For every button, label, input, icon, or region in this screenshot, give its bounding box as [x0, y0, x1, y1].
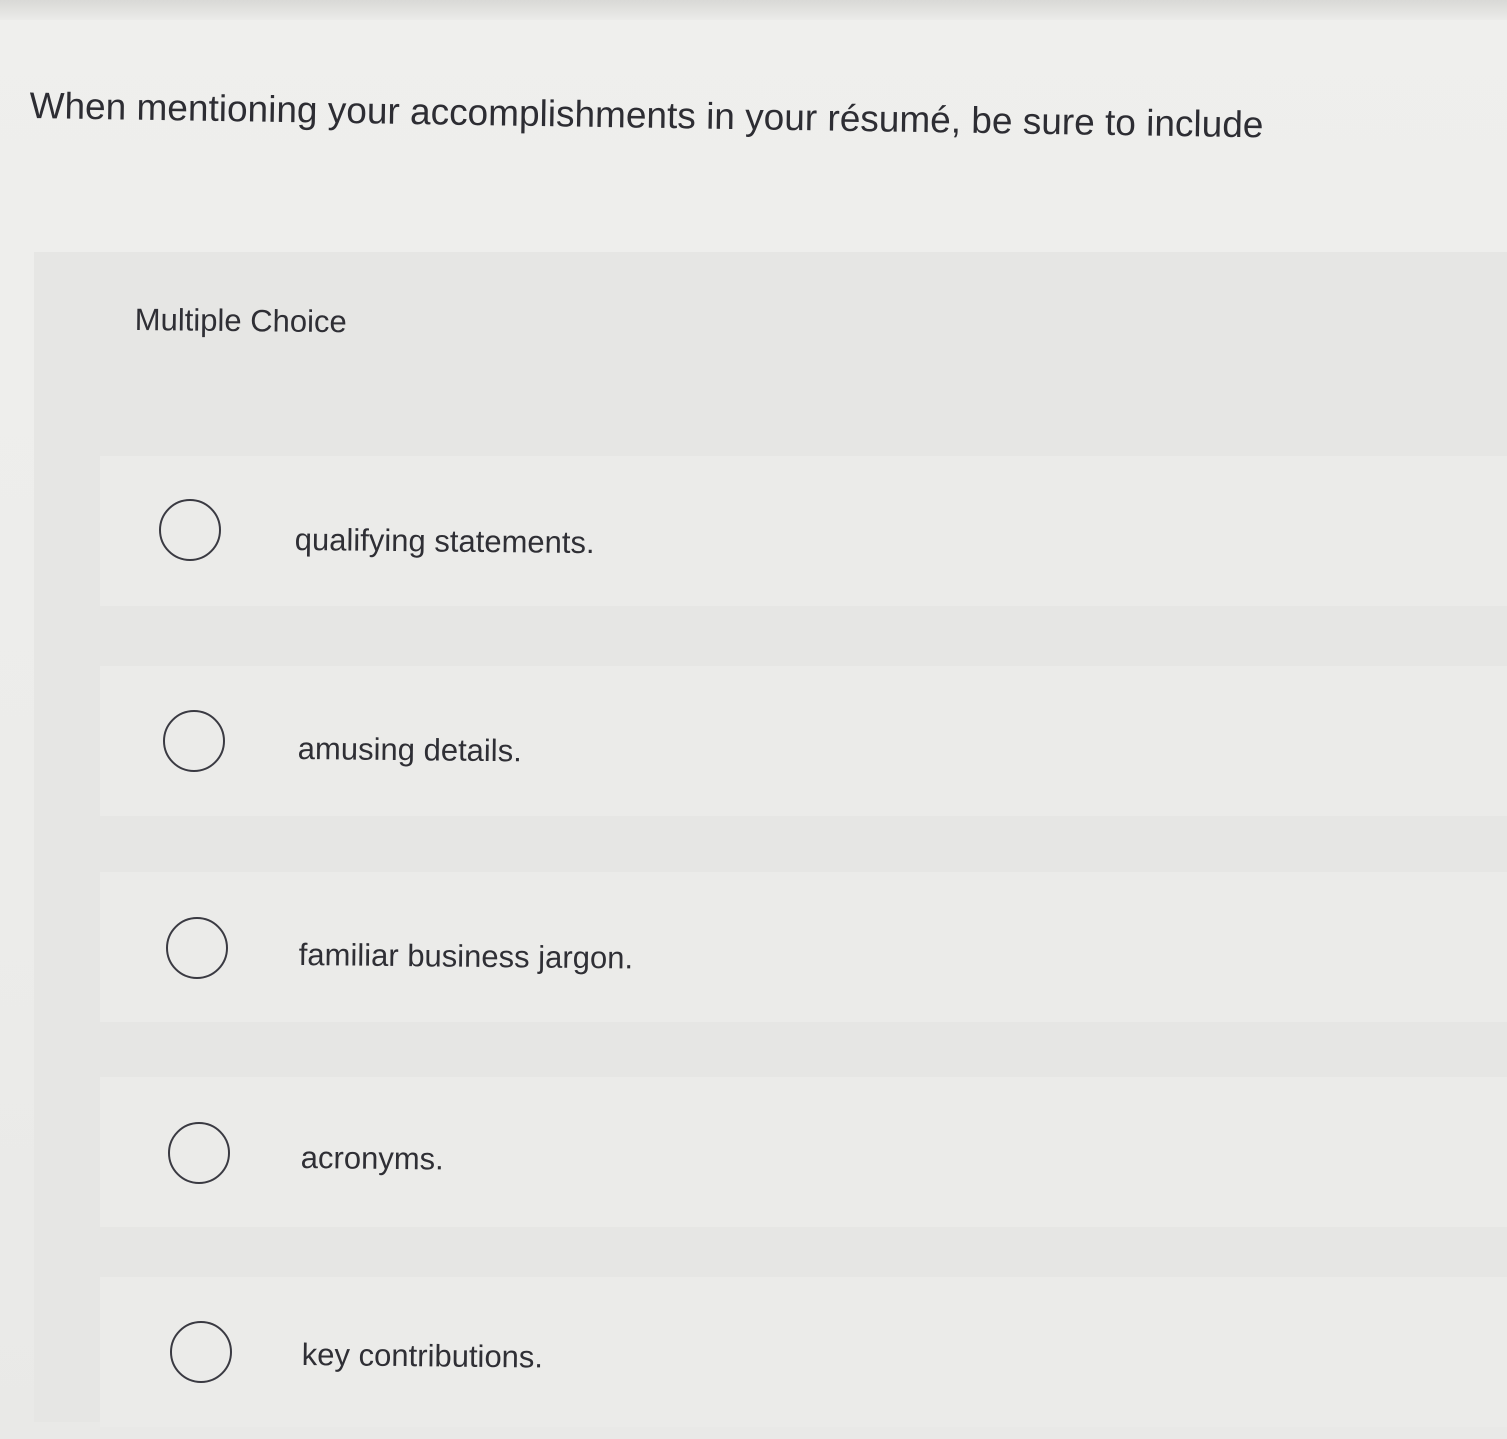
choice-option-label: acronyms. [300, 1139, 444, 1177]
choice-option-4[interactable]: acronyms. [100, 1077, 1507, 1227]
choice-option-3[interactable]: familiar business jargon. [100, 872, 1507, 1022]
radio-button-icon[interactable] [166, 917, 228, 979]
multiple-choice-panel [34, 252, 1507, 1422]
question-prompt: When mentioning your accomplishments in … [29, 84, 1264, 146]
choice-option-5[interactable]: key contributions. [100, 1277, 1507, 1427]
page-top-edge [0, 0, 1507, 20]
choice-option-label: qualifying statements. [294, 521, 595, 561]
radio-button-icon[interactable] [170, 1321, 232, 1383]
quiz-page: When mentioning your accomplishments in … [0, 0, 1507, 1439]
choice-option-2[interactable]: amusing details. [100, 666, 1507, 816]
question-type-label: Multiple Choice [134, 301, 347, 340]
choice-option-1[interactable]: qualifying statements. [100, 456, 1507, 606]
choice-option-label: amusing details. [297, 730, 522, 769]
radio-button-icon[interactable] [159, 499, 221, 561]
choice-option-label: key contributions. [301, 1336, 544, 1375]
radio-button-icon[interactable] [163, 710, 225, 772]
choice-option-label: familiar business jargon. [298, 936, 634, 976]
radio-button-icon[interactable] [168, 1122, 230, 1184]
